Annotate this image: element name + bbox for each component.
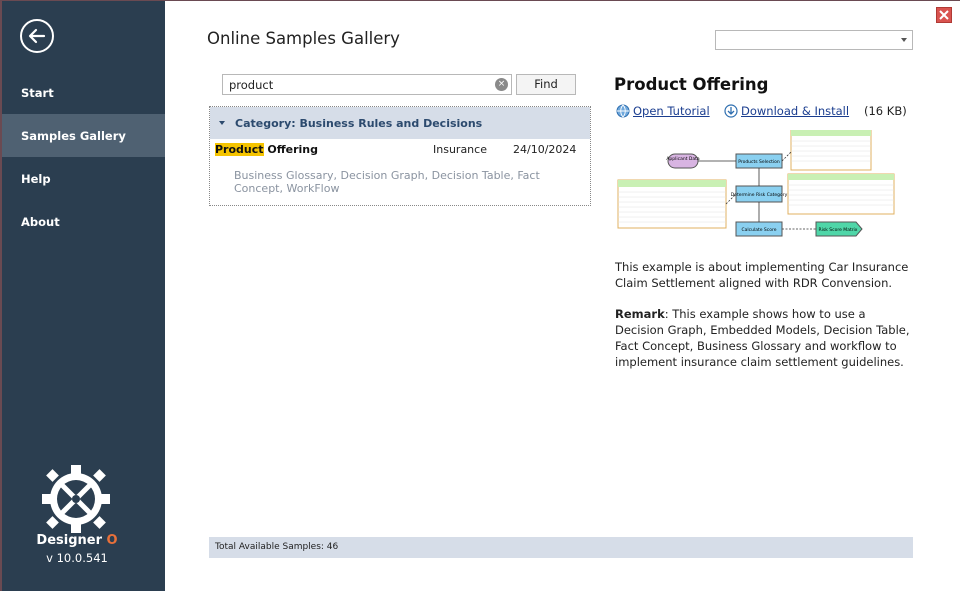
search-highlight: Product	[215, 143, 264, 156]
sidebar-item-help[interactable]: Help	[2, 157, 165, 200]
arrow-left-icon	[28, 28, 46, 44]
close-icon	[939, 10, 949, 20]
designer-logo-icon	[42, 465, 110, 533]
diagram-node-label: Calculate Score	[741, 227, 776, 233]
results-list: Category: Business Rules and Decisions P…	[209, 106, 591, 206]
file-size: (16 KB)	[864, 104, 907, 118]
sample-title: Product Offering	[215, 143, 318, 156]
category-group-header[interactable]: Category: Business Rules and Decisions	[210, 107, 590, 139]
sidebar-item-samples-gallery[interactable]: Samples Gallery	[2, 114, 165, 157]
sample-description: This example is about implementing Car I…	[615, 260, 909, 290]
detail-title: Product Offering	[614, 75, 769, 94]
sample-remark: Remark: This example shows how to use a …	[615, 306, 915, 370]
search-input[interactable]: product ×	[222, 74, 512, 95]
app-window: Start Samples Gallery Help About Designe…	[2, 1, 960, 591]
clear-search-icon[interactable]: ×	[495, 78, 508, 91]
sample-tags: Business Glossary, Decision Graph, Decis…	[234, 169, 540, 195]
sidebar-item-label: About	[21, 214, 60, 229]
sidebar-item-about[interactable]: About	[2, 200, 165, 243]
diagram-node-label: Determine Risk Category	[731, 192, 788, 198]
brand-suffix: O	[106, 533, 118, 548]
diagram-node-label: Products Selection	[738, 159, 780, 165]
download-install-link[interactable]: Download & Install	[724, 104, 849, 118]
remark-label: Remark	[615, 307, 665, 321]
status-bar: Total Available Samples: 46	[209, 537, 913, 558]
download-label: Download & Install	[741, 104, 850, 118]
category-label: Category: Business Rules and Decisions	[235, 116, 483, 130]
gallery-filter-dropdown[interactable]	[715, 30, 913, 50]
sidebar-item-start[interactable]: Start	[2, 71, 165, 114]
open-tutorial-link[interactable]: Open Tutorial	[616, 104, 710, 118]
sample-preview-image: Applicant Data Products Selection Determ…	[617, 130, 895, 237]
download-icon	[724, 104, 738, 118]
diagram-node-label: Risk Score Matrix	[819, 227, 858, 233]
brand-name: Designer O	[2, 533, 152, 548]
sidebar-item-label: Samples Gallery	[21, 128, 126, 143]
find-button[interactable]: Find	[516, 74, 576, 95]
brand-text: Designer	[36, 533, 102, 548]
sample-date: 24/10/2024	[513, 143, 577, 156]
open-tutorial-label: Open Tutorial	[633, 104, 710, 118]
sidebar: Start Samples Gallery Help About Designe…	[2, 1, 165, 591]
diagram-node-label: Applicant Data	[666, 156, 700, 162]
back-button[interactable]	[20, 19, 54, 53]
globe-icon	[616, 104, 630, 118]
sample-category: Insurance	[433, 143, 487, 156]
page-title: Online Samples Gallery	[207, 29, 400, 48]
sidebar-item-label: Start	[21, 85, 54, 100]
chevron-down-icon	[901, 38, 907, 42]
version-label: v 10.0.541	[46, 551, 108, 565]
chevron-down-icon	[219, 121, 225, 125]
close-button[interactable]	[936, 7, 952, 23]
search-value: product	[229, 78, 274, 92]
sample-title-rest: Offering	[263, 143, 318, 156]
sidebar-item-label: Help	[21, 171, 51, 186]
